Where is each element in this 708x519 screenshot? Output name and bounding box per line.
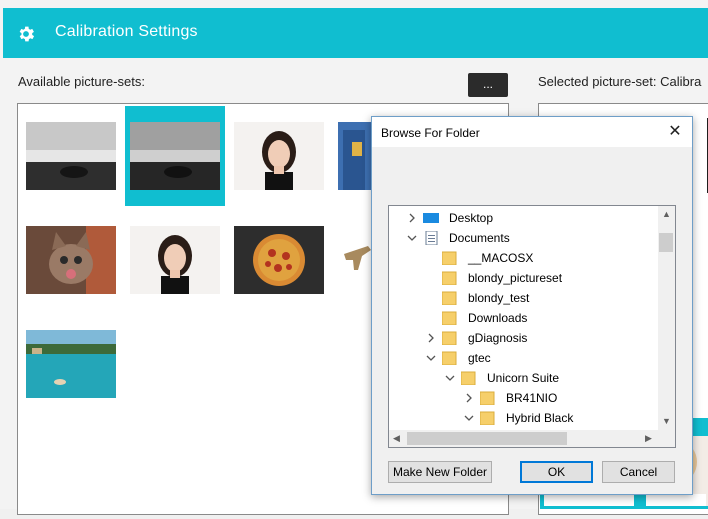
lagoon-image xyxy=(26,330,116,398)
chevron-down-icon[interactable] xyxy=(464,413,474,423)
tree-item-label: Unicorn Suite xyxy=(487,371,560,385)
tree-item[interactable]: blondy_pictureset xyxy=(389,268,657,288)
portrait-image xyxy=(234,122,324,190)
available-sets-label: Available picture-sets: xyxy=(18,74,145,89)
folder-icon xyxy=(442,271,457,285)
tree-item[interactable]: Desktop xyxy=(389,208,657,228)
top-strip xyxy=(0,0,708,8)
tree-item[interactable]: __MACOSX xyxy=(389,248,657,268)
folder-icon xyxy=(442,251,457,265)
chevron-down-icon[interactable] xyxy=(426,353,436,363)
folder-icon xyxy=(442,291,457,305)
folder-tree[interactable]: Desktop Documents __MACOSX blondy_picturese… xyxy=(388,205,676,448)
thumbnail-city-building[interactable] xyxy=(338,122,373,190)
chevron-right-icon[interactable] xyxy=(464,393,474,403)
scroll-thumb[interactable] xyxy=(659,233,673,252)
seascape-image xyxy=(130,122,220,190)
tree-item[interactable]: Unicorn Suite xyxy=(389,368,657,388)
scroll-corner xyxy=(658,430,675,447)
tree-item-label: Hybrid Black xyxy=(506,411,574,425)
tree-item[interactable]: Hybrid Black xyxy=(389,408,657,428)
tree-item-label: gDiagnosis xyxy=(468,331,528,345)
tree-item[interactable]: gDiagnosis xyxy=(389,328,657,348)
thumbnail-tropical-lagoon[interactable] xyxy=(26,330,116,398)
tree-item-label: blondy_test xyxy=(468,291,530,305)
seascape-image xyxy=(26,122,116,190)
scroll-thumb[interactable] xyxy=(407,432,567,445)
chevron-down-icon[interactable] xyxy=(445,373,455,383)
tree-item-label: blondy_pictureset xyxy=(468,271,563,285)
tree-item-label: __MACOSX xyxy=(468,251,534,265)
tree-item[interactable]: gtec xyxy=(389,348,657,368)
tree-item-label: Documents xyxy=(449,231,510,245)
page-title: Calibration Settings xyxy=(55,23,198,40)
thumbnail-bw-seascape[interactable] xyxy=(26,122,116,190)
folder-icon xyxy=(442,311,457,325)
thumbnail-dinosaur[interactable] xyxy=(338,226,373,294)
tree-item-label: gtec xyxy=(468,351,491,365)
scroll-right-icon[interactable]: ▶ xyxy=(645,433,652,444)
folder-icon xyxy=(442,331,457,345)
dialog-titlebar[interactable]: Browse For Folder ✕ xyxy=(372,117,692,147)
close-icon[interactable]: ✕ xyxy=(664,121,686,143)
selected-set-label: Selected picture-set: Calibra xyxy=(538,74,702,89)
building-image xyxy=(338,122,373,190)
pizza-image xyxy=(234,226,324,294)
tree-item-label: Desktop xyxy=(449,211,494,225)
folder-icon xyxy=(442,351,457,365)
folder-icon xyxy=(480,411,495,425)
make-new-folder-button[interactable]: Make New Folder xyxy=(388,461,492,483)
chevron-down-icon[interactable] xyxy=(407,233,417,243)
tree-item[interactable]: blondy_test xyxy=(389,288,657,308)
thumbnail-woman-portrait-1[interactable] xyxy=(234,122,324,190)
scroll-up-icon[interactable]: ▲ xyxy=(662,209,671,219)
scroll-left-icon[interactable]: ◀ xyxy=(393,433,400,444)
tree-item-label: Downloads xyxy=(468,311,528,325)
tree-item-label: BR41NIO xyxy=(506,391,558,405)
gear-icon[interactable] xyxy=(16,24,36,44)
thumbnail-kitten[interactable] xyxy=(26,226,116,294)
chevron-right-icon[interactable] xyxy=(426,333,436,343)
vertical-scrollbar[interactable]: ▲ ▼ xyxy=(658,206,675,430)
tree-item[interactable]: Documents xyxy=(389,228,657,248)
ok-button[interactable]: OK xyxy=(520,461,593,483)
dinosaur-image xyxy=(338,226,373,294)
desktop-icon xyxy=(423,213,439,223)
scroll-down-icon[interactable]: ▼ xyxy=(662,416,671,426)
cancel-button[interactable]: Cancel xyxy=(602,461,675,483)
chevron-right-icon[interactable] xyxy=(407,213,417,223)
app-window: Calibration Settings Available picture-s… xyxy=(0,0,708,515)
tree-item[interactable]: Downloads xyxy=(389,308,657,328)
kitten-image xyxy=(26,226,116,294)
header-bar: Calibration Settings xyxy=(3,8,708,58)
browse-folder-dialog: Browse For Folder ✕ Desktop Documents __MA… xyxy=(371,116,693,495)
thumbnail-bw-seascape-selected[interactable] xyxy=(130,122,220,190)
browse-folder-button[interactable]: ... xyxy=(468,73,508,97)
folder-icon xyxy=(480,391,495,405)
document-icon xyxy=(425,231,438,245)
dialog-title: Browse For Folder xyxy=(381,126,480,140)
portrait-image xyxy=(130,226,220,294)
tree-item[interactable]: BR41NIO xyxy=(389,388,657,408)
thumbnail-woman-portrait-2[interactable] xyxy=(130,226,220,294)
folder-icon xyxy=(461,371,476,385)
horizontal-scrollbar[interactable]: ◀ ▶ xyxy=(389,430,674,447)
thumbnail-pizza[interactable] xyxy=(234,226,324,294)
